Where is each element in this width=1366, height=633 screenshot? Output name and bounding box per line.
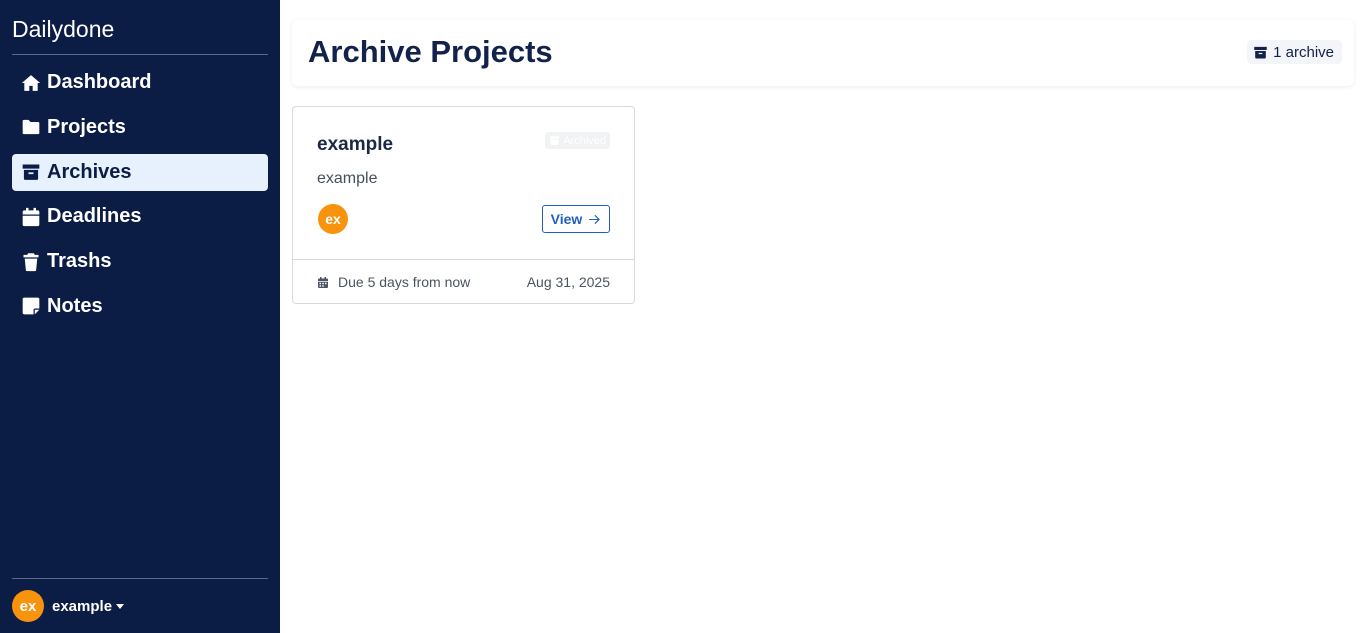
sidebar-item-trashs[interactable]: Trashs: [12, 243, 268, 280]
due-info: Due 5 days from now: [317, 274, 470, 290]
avatar: ex: [318, 204, 348, 234]
sidebar-item-archives[interactable]: Archives: [12, 153, 268, 191]
due-label: Due 5 days from now: [338, 274, 471, 290]
trash-icon: [20, 251, 42, 273]
caret-down-icon: [116, 603, 125, 609]
page-header: Archive Projects 1 archive: [292, 20, 1354, 86]
avatar: ex: [12, 590, 44, 622]
project-description: example: [317, 170, 378, 187]
due-date: Aug 31, 2025: [526, 274, 610, 290]
sidebar-item-deadlines[interactable]: Deadlines: [12, 198, 268, 235]
home-icon: [20, 72, 42, 94]
archive-icon: [1254, 46, 1267, 58]
archive-icon: [20, 161, 42, 183]
user-menu[interactable]: ex example: [12, 590, 125, 622]
archive-icon: [550, 136, 560, 145]
calendar-icon: [318, 276, 328, 288]
brand-title[interactable]: Dailydone: [12, 16, 114, 43]
project-title: example: [317, 134, 394, 155]
view-button[interactable]: View: [542, 205, 610, 233]
card-footer: Due 5 days from now Aug 31, 2025: [293, 259, 634, 304]
folder-icon: [20, 116, 42, 138]
sidebar-divider: [12, 54, 268, 55]
view-button-label: View: [550, 211, 583, 227]
sidebar-item-label: Projects: [47, 115, 126, 138]
sidebar-item-notes[interactable]: Notes: [12, 288, 268, 325]
arrow-right-icon: [589, 214, 601, 224]
project-card: example Archived example ex View Due 5 d…: [292, 106, 635, 304]
archive-count-badge: 1 archive: [1247, 40, 1342, 64]
sidebar-item-dashboard[interactable]: Dashboard: [12, 64, 268, 101]
sidebar: Dailydone Dashboard Projects Archives De…: [0, 0, 280, 633]
calendar-icon: [20, 206, 42, 228]
sidebar-item-projects[interactable]: Projects: [12, 109, 268, 146]
sidebar-item-label: Trashs: [47, 250, 112, 273]
page-title: Archive Projects: [308, 34, 553, 69]
sidebar-item-label: Dashboard: [47, 71, 152, 93]
note-icon: [20, 295, 42, 317]
sidebar-item-label: Notes: [47, 294, 103, 317]
user-name: example: [52, 597, 113, 615]
status-badge: Archived: [545, 132, 610, 149]
sidebar-nav: Dashboard Projects Archives Deadlines Tr…: [12, 64, 268, 333]
sidebar-item-label: Archives: [47, 160, 132, 183]
status-badge-label: Archived: [563, 134, 606, 147]
sidebar-divider: [12, 578, 268, 579]
archive-count-label: 1 archive: [1273, 43, 1334, 61]
sidebar-item-label: Deadlines: [47, 205, 142, 228]
